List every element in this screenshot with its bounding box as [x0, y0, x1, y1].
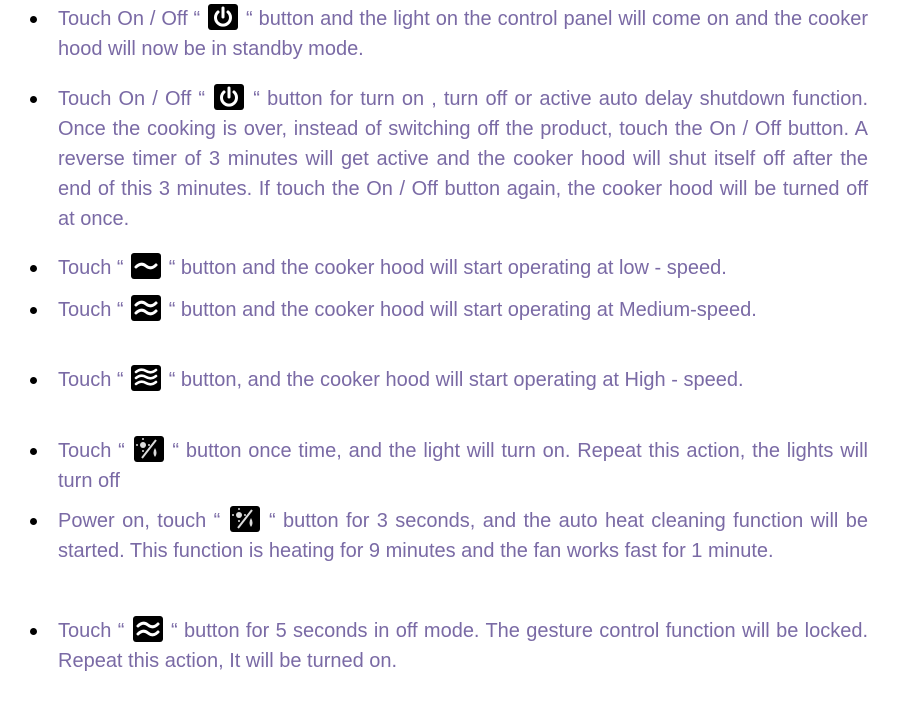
- power-icon: [214, 84, 245, 110]
- list-item: Touch “ “ button for 5 seconds in off mo…: [30, 616, 868, 676]
- instruction-list: Touch On / Off “ “ button and the light …: [0, 0, 901, 717]
- bullet-dot: [30, 96, 37, 103]
- list-item: Touch On / Off “ “ button and the light …: [30, 4, 868, 64]
- low-speed-icon: [131, 253, 162, 279]
- list-item: Touch “ “ button and the cooker hood wil…: [30, 295, 868, 325]
- list-item: Touch “ “ button, and the cooker hood wi…: [30, 365, 868, 395]
- bullet-dot: [30, 377, 37, 384]
- light-clean-icon: [133, 436, 164, 462]
- bullet-dot: [30, 307, 37, 314]
- medium-speed-icon: [132, 616, 163, 642]
- bullet-dot: [30, 628, 37, 635]
- bullet-dot: [30, 16, 37, 23]
- bullet-dot: [30, 265, 37, 272]
- light-clean-icon: [229, 506, 260, 532]
- medium-speed-icon: [131, 295, 162, 321]
- high-speed-icon: [131, 365, 162, 391]
- list-item: Touch “ “ button and the cooker hood wil…: [30, 253, 868, 283]
- list-item: Power on, touch “ “ button for 3 seconds…: [30, 506, 868, 566]
- list-item: Touch “ “ button once time, and the ligh…: [30, 436, 868, 496]
- bullet-dot: [30, 448, 37, 455]
- list-item: Touch On / Off “ “ button for turn on , …: [30, 84, 868, 234]
- bullet-dot: [30, 518, 37, 525]
- power-icon: [208, 4, 239, 30]
